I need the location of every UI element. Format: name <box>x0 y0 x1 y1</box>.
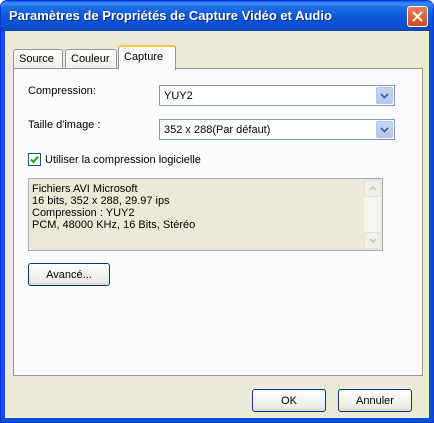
info-scrollbar[interactable] <box>364 180 381 249</box>
compression-dropdown-button[interactable] <box>376 87 393 104</box>
dialog-window: Paramètres de Propriétés de Capture Vidé… <box>0 0 434 423</box>
compression-select[interactable]: YUY2 <box>159 85 395 106</box>
tab-couleur[interactable]: Couleur <box>65 49 117 69</box>
close-icon <box>412 11 423 22</box>
tab-source-label: Source <box>19 53 54 65</box>
info-line: 16 bits, 352 x 288, 29.97 ips <box>32 195 170 207</box>
cancel-button[interactable]: Annuler <box>338 389 412 412</box>
image-size-value: 352 x 288(Par défaut) <box>164 124 271 136</box>
software-compression-label[interactable]: Utiliser la compression logicielle <box>45 154 201 166</box>
scroll-down-button[interactable] <box>364 232 381 249</box>
title-bar[interactable]: Paramètres de Propriétés de Capture Vidé… <box>1 1 433 31</box>
cancel-button-label: Annuler <box>356 394 394 407</box>
image-size-dropdown-button[interactable] <box>376 121 393 138</box>
window-title: Paramètres de Propriétés de Capture Vidé… <box>9 8 332 23</box>
format-info-box: Fichiers AVI Microsoft 16 bits, 352 x 28… <box>28 178 383 251</box>
image-size-select[interactable]: 352 x 288(Par défaut) <box>159 119 395 140</box>
capture-tab-panel: Compression: YUY2 Taille d'image : 352 x… <box>13 68 423 376</box>
ok-button-label: OK <box>281 394 297 407</box>
chevron-down-icon <box>380 92 389 99</box>
compression-value: YUY2 <box>164 90 193 102</box>
window-frame-left <box>1 31 5 422</box>
advanced-button[interactable]: Avancé... <box>28 263 110 286</box>
image-size-label: Taille d'image : <box>28 119 101 131</box>
tab-capture-label: Capture <box>124 51 164 63</box>
tab-source[interactable]: Source <box>13 49 63 69</box>
window-frame-bottom <box>1 418 433 422</box>
checkmark-icon <box>30 155 39 164</box>
tab-couleur-label: Couleur <box>71 53 110 65</box>
ok-button[interactable]: OK <box>252 389 326 412</box>
info-line: Compression : YUY2 <box>32 207 135 219</box>
tab-capture[interactable]: Capture <box>118 45 176 70</box>
scroll-down-arrow-icon <box>368 238 377 243</box>
format-info-text: Fichiers AVI Microsoft 16 bits, 352 x 28… <box>32 183 195 231</box>
compression-label: Compression: <box>28 85 96 97</box>
software-compression-checkbox[interactable] <box>28 153 41 166</box>
scroll-up-arrow-icon <box>368 186 377 191</box>
close-button[interactable] <box>407 6 428 27</box>
chevron-down-icon <box>380 126 389 133</box>
scroll-up-button[interactable] <box>364 180 381 197</box>
advanced-button-label: Avancé... <box>46 268 92 281</box>
info-line: Fichiers AVI Microsoft <box>32 183 138 195</box>
info-line: PCM, 48000 KHz, 16 Bits, Stéréo <box>32 219 196 231</box>
window-frame-right <box>429 31 433 422</box>
